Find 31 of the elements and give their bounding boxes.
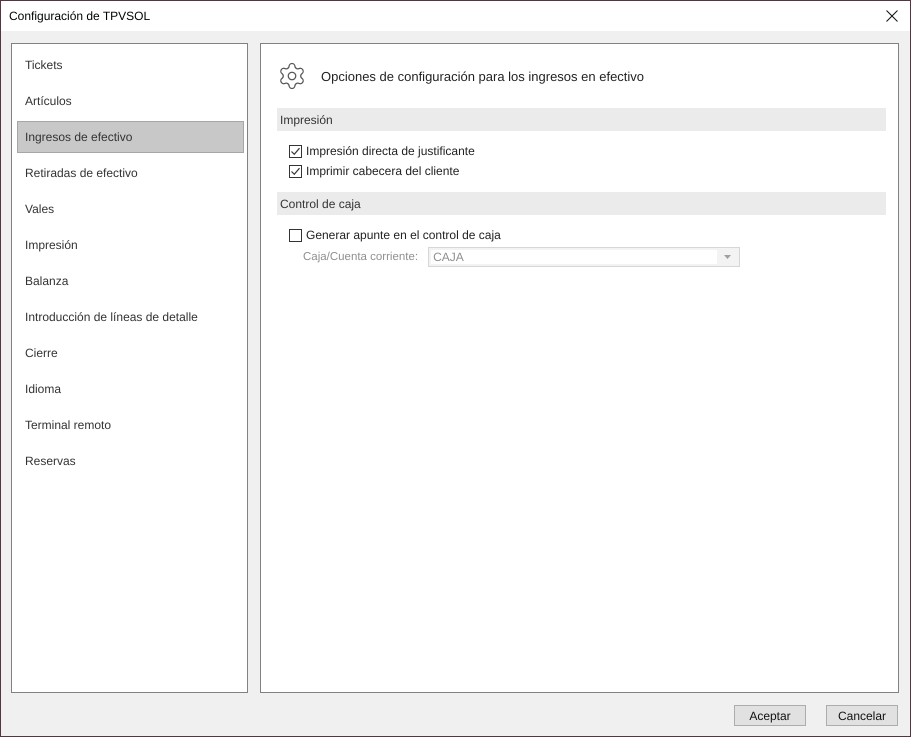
checkbox-label[interactable]: Generar apunte en el control de caja <box>306 228 501 242</box>
close-button[interactable] <box>885 9 899 23</box>
sidebar-item[interactable]: Ingresos de efectivo <box>17 121 244 153</box>
checkmark-icon <box>290 146 301 156</box>
checkbox[interactable] <box>289 144 302 158</box>
sidebar-item[interactable]: Artículos <box>17 85 244 117</box>
sidebar-item[interactable]: Cierre <box>17 337 244 369</box>
field-label: Caja/Cuenta corriente: <box>303 251 418 263</box>
sidebar-item[interactable]: Introducción de líneas de detalle <box>17 301 244 333</box>
checkmark-icon <box>290 166 301 176</box>
sidebar-item[interactable]: Vales <box>17 193 244 225</box>
checkbox-label[interactable]: Imprimir cabecera del cliente <box>306 164 460 178</box>
window-title: Configuración de TPVSOL <box>9 9 150 23</box>
sidebar-item[interactable]: Impresión <box>17 229 244 261</box>
sidebar-item[interactable]: Idioma <box>17 373 244 405</box>
checkbox[interactable] <box>289 164 302 178</box>
sidebar-item[interactable]: Tickets <box>17 49 244 81</box>
section-header: Control de caja <box>277 192 886 215</box>
section-header: Impresión <box>277 108 886 131</box>
checkbox[interactable] <box>289 228 302 242</box>
panel-heading: Opciones de configuración para los ingresos en efectivo <box>321 68 644 84</box>
sidebar-item[interactable]: Terminal remoto <box>17 409 244 441</box>
checkbox-label[interactable]: Impresión directa de justificante <box>306 144 475 158</box>
sidebar-item[interactable]: Balanza <box>17 265 244 297</box>
sidebar-item[interactable]: Retiradas de efectivo <box>17 157 244 189</box>
dialog-button[interactable]: Cancelar <box>826 705 898 726</box>
gear-icon <box>277 61 307 91</box>
dialog-button[interactable]: Aceptar <box>734 705 806 726</box>
sidebar-item[interactable]: Reservas <box>17 445 244 477</box>
caret-icon <box>724 255 731 259</box>
close-icon <box>886 10 898 22</box>
